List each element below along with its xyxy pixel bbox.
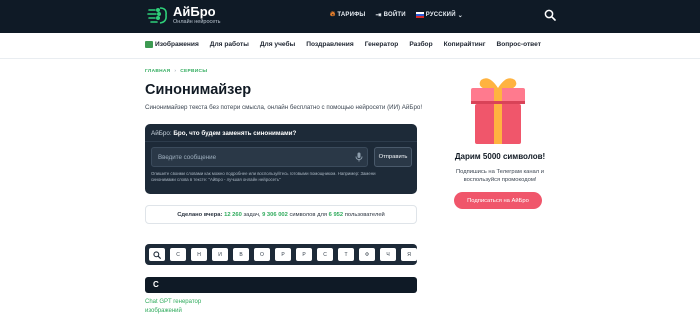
send-button[interactable]: Отправить: [374, 147, 412, 167]
search-icon[interactable]: [544, 9, 556, 21]
alphabet-key[interactable]: Н: [191, 248, 207, 261]
breadcrumb-home[interactable]: ГЛАВНАЯ: [145, 69, 170, 74]
login-link-label: ВОЙТИ: [383, 12, 406, 18]
nav-item-work[interactable]: Для работы: [210, 41, 249, 48]
service-links: Chat GPT генератор изображений: [145, 298, 201, 316]
alphabet-key[interactable]: Р: [275, 248, 291, 261]
chat-question-prefix: АйБро:: [151, 130, 174, 137]
alphabet-key[interactable]: Ч: [380, 248, 396, 261]
alphabet-key[interactable]: В: [233, 248, 249, 261]
alphabet-key[interactable]: О: [254, 248, 270, 261]
message-input[interactable]: [151, 147, 368, 167]
alphabet-key[interactable]: Ф: [359, 248, 375, 261]
service-link[interactable]: изображений: [145, 307, 201, 316]
section-letter: С: [153, 280, 159, 289]
pricing-link-label: ТАРИФЫ: [337, 12, 366, 18]
nav-item-generator[interactable]: Генератор: [365, 41, 399, 48]
promo-text: Подпишись на Телеграм канал и воспользуй…: [455, 169, 545, 183]
nav-item-label: Изображения: [155, 41, 199, 48]
breadcrumb-separator-icon: ›: [174, 69, 177, 74]
chat-question-text: Бро, что будем заменять синонимами?: [173, 130, 297, 137]
alphabet-key[interactable]: Т: [338, 248, 354, 261]
alphabet-key[interactable]: И: [212, 248, 228, 261]
top-links: 🔥︎ ТАРИФЫ ⇥ ВОЙТИ РУССКИЙ ⌄: [330, 11, 463, 19]
chat-hint: Опишите своими словами как можно подробн…: [151, 171, 376, 182]
login-link[interactable]: ⇥ ВОЙТИ: [375, 11, 405, 19]
language-label: РУССКИЙ: [425, 12, 456, 18]
login-icon: ⇥: [375, 12, 382, 19]
pricing-link[interactable]: 🔥︎ ТАРИФЫ: [330, 11, 365, 19]
alphabet-key[interactable]: Р: [296, 248, 312, 261]
chat-panel: АйБро: Бро, что будем заменять синонимам…: [145, 124, 417, 194]
stats-users: 6 952: [328, 211, 344, 218]
nav-item-study[interactable]: Для учебы: [260, 41, 295, 48]
stats-tasks: 12 260: [224, 211, 242, 218]
logo-subtitle: Онлайн нейросеть: [173, 18, 221, 25]
logo[interactable]: АйБро Онлайн нейросеть: [145, 4, 221, 26]
main-nav: Изображения Для работы Для учебы Поздрав…: [0, 33, 700, 59]
stats-symbols: 9 306 002: [262, 211, 288, 218]
page-intro: Синонимайзер текста без потери смысла, о…: [145, 104, 423, 111]
subscribe-button[interactable]: Подписаться на АйБро: [454, 192, 542, 209]
nav-item-images[interactable]: Изображения: [145, 41, 199, 48]
stats-symbols-label: символов для: [289, 211, 328, 218]
page-title: Синонимайзер: [145, 82, 252, 98]
chevron-down-icon: ⌄: [457, 12, 463, 19]
logo-name: АйБро: [173, 3, 216, 19]
nav-item-analysis[interactable]: Разбор: [409, 41, 432, 48]
chat-question: АйБро: Бро, что будем заменять синонимам…: [151, 130, 296, 137]
fire-icon: 🔥︎: [330, 11, 336, 18]
alphabet-key[interactable]: Я: [401, 248, 417, 261]
image-icon: [145, 41, 153, 48]
nav-item-qa[interactable]: Вопрос-ответ: [496, 41, 540, 48]
alphabet-filter: С Н И В О Р Р С Т Ф Ч Я: [145, 244, 417, 265]
divider: [145, 141, 417, 142]
alphabet-key[interactable]: С: [170, 248, 186, 261]
top-bar: АйБро Онлайн нейросеть 🔥︎ ТАРИФЫ ⇥ ВОЙТИ…: [0, 0, 700, 33]
breadcrumb: ГЛАВНАЯ › СЕРВИСЫ: [145, 69, 207, 74]
service-link[interactable]: Chat GPT генератор: [145, 298, 201, 307]
alphabet-key[interactable]: С: [317, 248, 333, 261]
stats-tasks-label: задач,: [243, 211, 261, 218]
promo-title: Дарим 5000 символов!: [454, 152, 546, 161]
letter-section-header: С: [145, 277, 417, 293]
brain-logo-icon: [147, 7, 167, 24]
stats-prefix: Сделано вчера:: [177, 211, 223, 218]
stats-users-label: пользователей: [344, 211, 385, 218]
usage-stats: Сделано вчера: 12 260 задач, 9 306 002 с…: [145, 205, 417, 224]
nav-item-copywriting[interactable]: Копирайтинг: [444, 41, 486, 48]
microphone-icon[interactable]: [355, 152, 363, 162]
gift-icon: [471, 78, 525, 144]
search-icon: [153, 250, 161, 259]
alphabet-search-key[interactable]: [149, 248, 165, 261]
nav-item-greetings[interactable]: Поздравления: [306, 41, 353, 48]
russian-flag-icon: [415, 12, 424, 18]
breadcrumb-services[interactable]: СЕРВИСЫ: [180, 69, 207, 74]
language-select[interactable]: РУССКИЙ ⌄: [415, 11, 463, 19]
